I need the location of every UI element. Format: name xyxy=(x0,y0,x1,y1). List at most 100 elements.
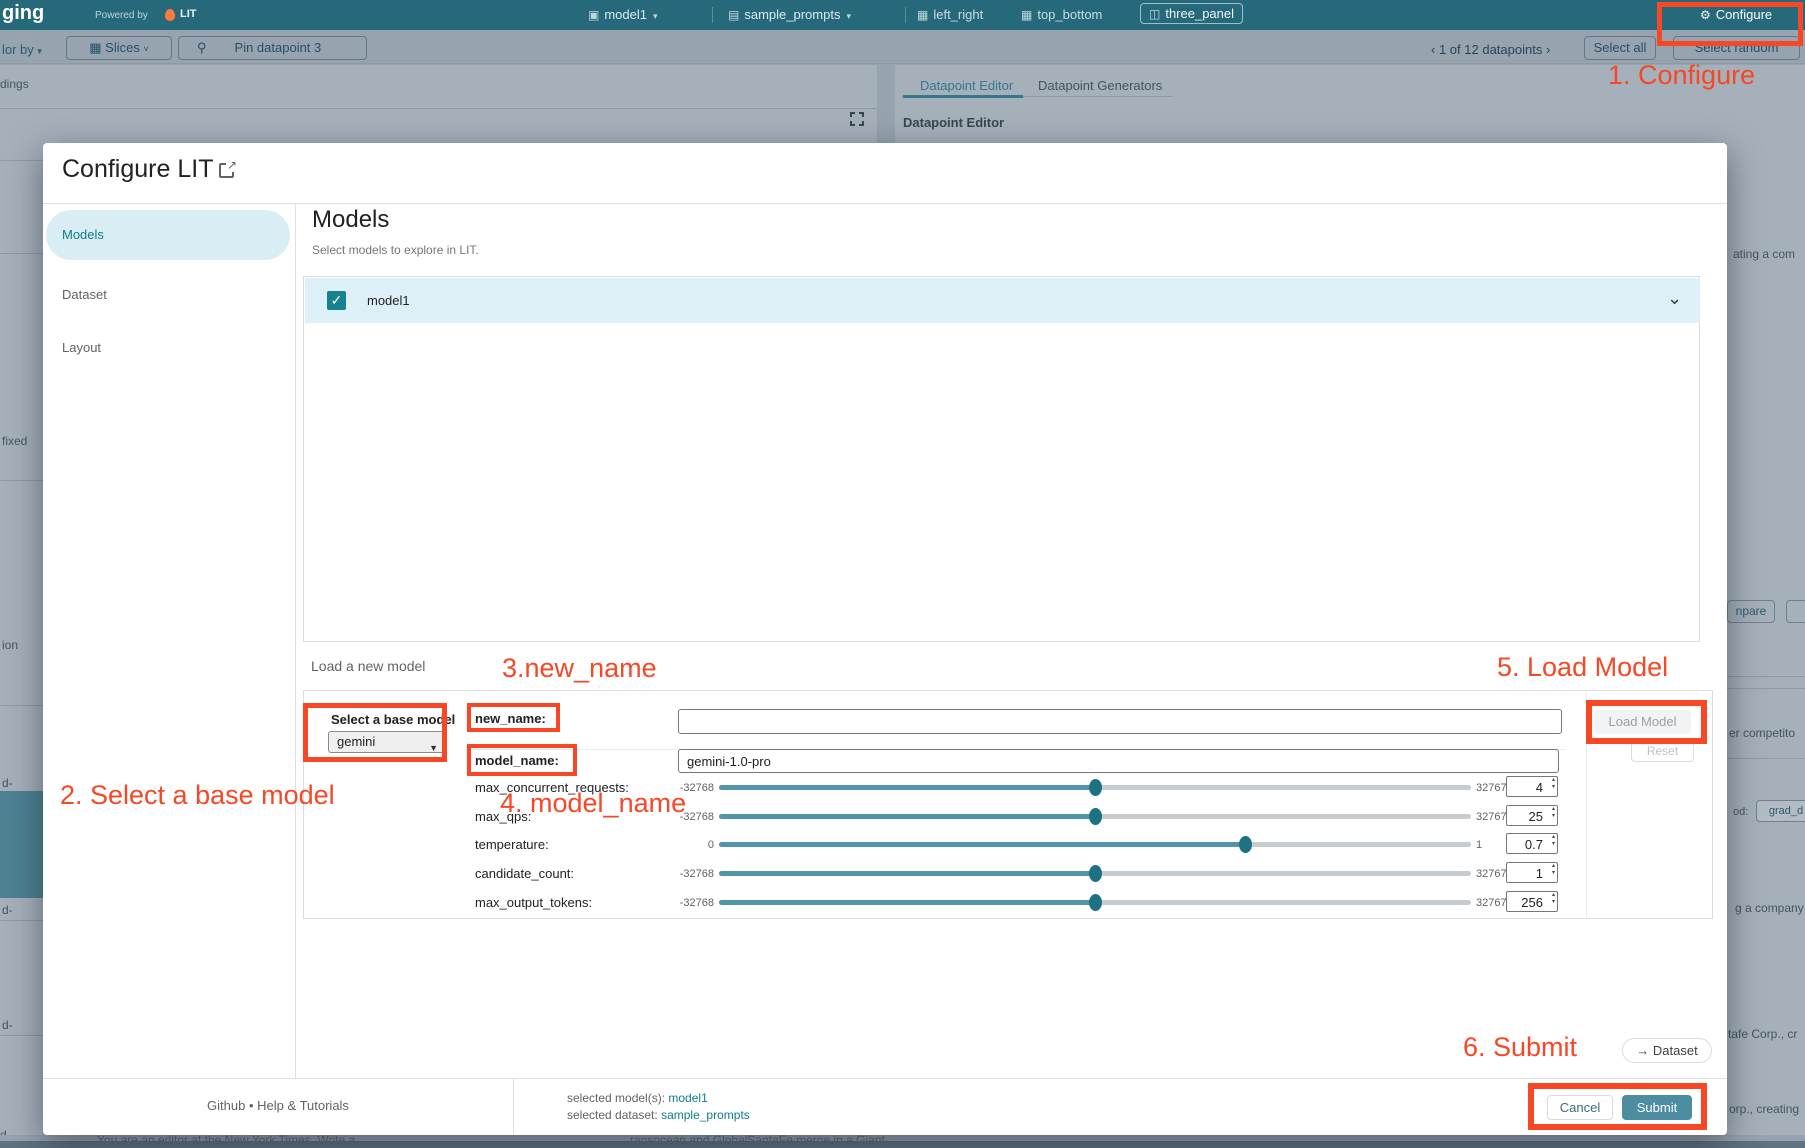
stepper-arrows-icon[interactable]: ▴▾ xyxy=(1552,892,1555,906)
annotation-step3: 3.new_name xyxy=(502,653,657,684)
divider xyxy=(712,7,713,23)
slider-knob[interactable] xyxy=(1089,779,1102,796)
slider-row-candidate-count: candidate_count: -32768 32767 1▴▾ xyxy=(304,863,1584,885)
load-section-heading: Load a new model xyxy=(311,658,425,674)
open-in-new-icon[interactable]: ↗ xyxy=(219,163,234,178)
model-name-input[interactable] xyxy=(678,749,1559,773)
dot-separator: • xyxy=(249,1098,254,1113)
model-row[interactable]: ✓ model1 ⌄ xyxy=(305,278,1700,323)
slider-label: candidate_count: xyxy=(475,866,574,881)
maximize-icon[interactable] xyxy=(850,112,864,126)
slider-track[interactable] xyxy=(719,900,1471,905)
configure-dialog: Configure LIT ↗ Models Dataset Layout Mo… xyxy=(43,143,1727,1135)
number-stepper[interactable]: 1▴▾ xyxy=(1506,862,1558,883)
background-left-panel xyxy=(0,65,877,143)
tab-datapoint-editor[interactable]: Datapoint Editor xyxy=(920,78,1013,93)
pin-icon: ⚲ xyxy=(197,37,207,59)
number-stepper[interactable]: 256▴▾ xyxy=(1506,891,1558,912)
layout-left-right[interactable]: ▦left_right xyxy=(917,7,983,22)
chip-fragment: grad_d xyxy=(1756,800,1805,822)
prev-icon: ‹ xyxy=(1431,42,1435,57)
model-icon: ▣ xyxy=(588,8,599,22)
slider-knob[interactable] xyxy=(1239,836,1252,853)
next-icon: › xyxy=(1546,42,1550,57)
stepper-arrows-icon[interactable]: ▴▾ xyxy=(1552,863,1555,877)
tab-datapoint-generators[interactable]: Datapoint Generators xyxy=(1038,78,1162,93)
app-logo: ging xyxy=(2,2,44,25)
grid-icon: ▦ xyxy=(917,8,928,22)
layout-three-panel[interactable]: ◫three_panel xyxy=(1140,3,1243,24)
annotation-step6: 6. Submit xyxy=(1463,1032,1577,1063)
annotation-box-new-name xyxy=(467,703,560,732)
model-menu[interactable]: ▣model1▾ xyxy=(588,7,658,22)
slider-max: 1 xyxy=(1476,839,1506,851)
truncated-button xyxy=(1786,600,1805,623)
number-stepper[interactable]: 0.7▴▾ xyxy=(1506,833,1558,854)
go-to-dataset-button[interactable]: → Dataset xyxy=(1622,1038,1712,1063)
nav-item-dataset[interactable]: Dataset xyxy=(62,287,107,302)
active-tab-underline xyxy=(903,95,1023,98)
slider-track[interactable] xyxy=(719,785,1471,790)
lit-label: LIT xyxy=(180,8,197,20)
panel-icon: ◫ xyxy=(1149,7,1160,21)
check-icon: ✓ xyxy=(331,292,343,308)
annotation-step2: 2. Select a base model xyxy=(60,780,335,811)
github-link[interactable]: Github xyxy=(207,1098,245,1113)
background-bottom-band xyxy=(0,1141,1805,1148)
annotation-box-configure xyxy=(1657,2,1803,46)
chevron-down-icon[interactable]: ⌄ xyxy=(1667,288,1682,309)
slices-button[interactable]: ▦ Slices ˅ xyxy=(66,36,172,60)
truncated-panel-title: dings xyxy=(0,77,29,91)
dataset-menu[interactable]: ▤sample_prompts▾ xyxy=(728,7,851,22)
datapoint-pagination[interactable]: ‹ 1 of 12 datapoints › xyxy=(1431,42,1550,57)
slider-label: max_output_tokens: xyxy=(475,895,592,910)
model-checkbox[interactable]: ✓ xyxy=(327,291,346,310)
slider-knob[interactable] xyxy=(1089,865,1102,882)
selected-dataset-value: sample_prompts xyxy=(661,1108,750,1122)
number-stepper[interactable]: 25▴▾ xyxy=(1506,805,1558,826)
stepper-arrows-icon[interactable]: ▴▾ xyxy=(1552,806,1555,820)
slider-min: -32768 xyxy=(604,868,714,880)
section-subheading: Select models to explore in LIT. xyxy=(312,243,479,257)
selected-dataset-status: selected dataset: sample_prompts xyxy=(567,1108,750,1122)
color-by-menu[interactable]: lor by ▾ xyxy=(2,42,42,57)
slices-icon: ▦ xyxy=(89,40,101,55)
section-heading: Models xyxy=(312,206,389,234)
grid-icon: ▦ xyxy=(1021,8,1032,22)
new-name-input[interactable] xyxy=(678,709,1562,734)
help-tutorials-link[interactable]: Help & Tutorials xyxy=(257,1098,349,1113)
model-row-label: model1 xyxy=(367,293,410,308)
slider-row-max-qps: max_qps: -32768 32767 25▴▾ xyxy=(304,806,1584,828)
dialog-title: Configure LIT xyxy=(62,155,213,184)
slider-track[interactable] xyxy=(719,871,1471,876)
pin-datapoint-button[interactable]: ⚲Pin datapoint 3 xyxy=(178,36,367,60)
chevron-down-icon: ˅ xyxy=(143,44,148,54)
stepper-arrows-icon[interactable]: ▴▾ xyxy=(1552,777,1555,791)
powered-by-label: Powered by xyxy=(95,10,148,21)
number-stepper[interactable]: 4▴▾ xyxy=(1506,776,1558,797)
divider xyxy=(905,7,906,23)
footer-links: Github • Help & Tutorials xyxy=(43,1098,513,1113)
truncated-button: npare xyxy=(1727,600,1775,623)
nav-item-layout[interactable]: Layout xyxy=(62,340,101,355)
panel-heading: Datapoint Editor xyxy=(903,115,1004,130)
chevron-down-icon: ▾ xyxy=(653,11,658,21)
stepper-arrows-icon[interactable]: ▴▾ xyxy=(1552,834,1555,848)
dataset-icon: ▤ xyxy=(728,8,739,22)
slider-knob[interactable] xyxy=(1089,894,1102,911)
annotation-step1: 1. Configure xyxy=(1608,60,1755,91)
nav-item-models[interactable]: Models xyxy=(62,227,104,242)
top-app-bar: ging Powered by LIT ▣model1▾ ▤sample_pro… xyxy=(0,0,1805,30)
select-all-button[interactable]: Select all xyxy=(1584,36,1656,60)
slider-knob[interactable] xyxy=(1089,808,1102,825)
slider-row-max-output-tokens: max_output_tokens: -32768 32767 256▴▾ xyxy=(304,892,1584,914)
chevron-down-icon: ▾ xyxy=(846,11,851,21)
divider xyxy=(43,1078,1727,1079)
annotation-box-model-name xyxy=(467,744,577,776)
slider-row-max-concurrent-requests: max_concurrent_requests: -32768 32767 4▴… xyxy=(304,777,1584,799)
layout-top-bottom[interactable]: ▦top_bottom xyxy=(1021,7,1102,22)
selection-toolbar: lor by ▾ ▦ Slices ˅ ⚲Pin datapoint 3 ‹ 1… xyxy=(0,30,1805,64)
slider-track[interactable] xyxy=(719,814,1471,819)
selected-model-value: model1 xyxy=(668,1091,707,1105)
slider-track[interactable] xyxy=(719,842,1471,847)
